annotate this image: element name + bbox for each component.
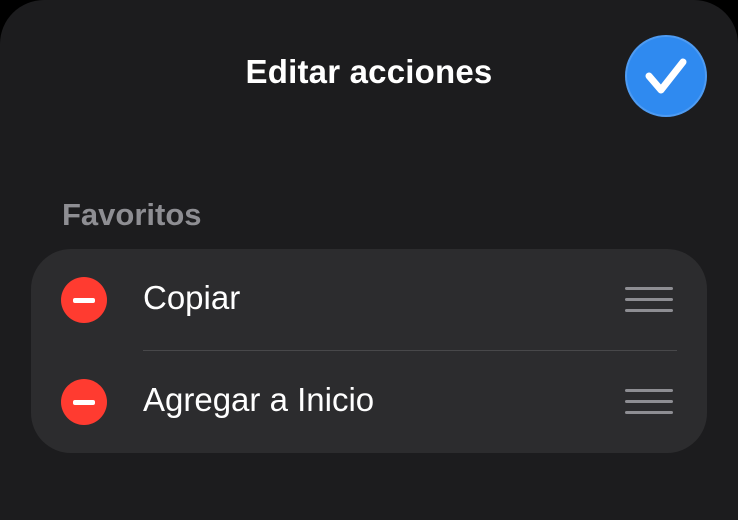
minus-icon	[73, 298, 95, 303]
remove-button[interactable]	[61, 379, 107, 425]
list-item: Agregar a Inicio	[31, 351, 707, 453]
done-button[interactable]	[625, 35, 707, 117]
reorder-icon[interactable]	[625, 388, 673, 416]
section-header-favorites: Favoritos	[62, 197, 202, 232]
list-item-label: Copiar	[143, 279, 241, 316]
list-item: Copiar	[31, 249, 707, 351]
checkmark-icon	[645, 58, 687, 94]
reorder-icon[interactable]	[625, 286, 673, 314]
favorites-list: Copiar Agregar a Inicio	[31, 249, 707, 453]
minus-icon	[73, 400, 95, 405]
edit-actions-sheet: Editar acciones Favoritos Copiar Agregar…	[0, 0, 738, 520]
remove-button[interactable]	[61, 277, 107, 323]
list-item-label: Agregar a Inicio	[143, 381, 375, 418]
